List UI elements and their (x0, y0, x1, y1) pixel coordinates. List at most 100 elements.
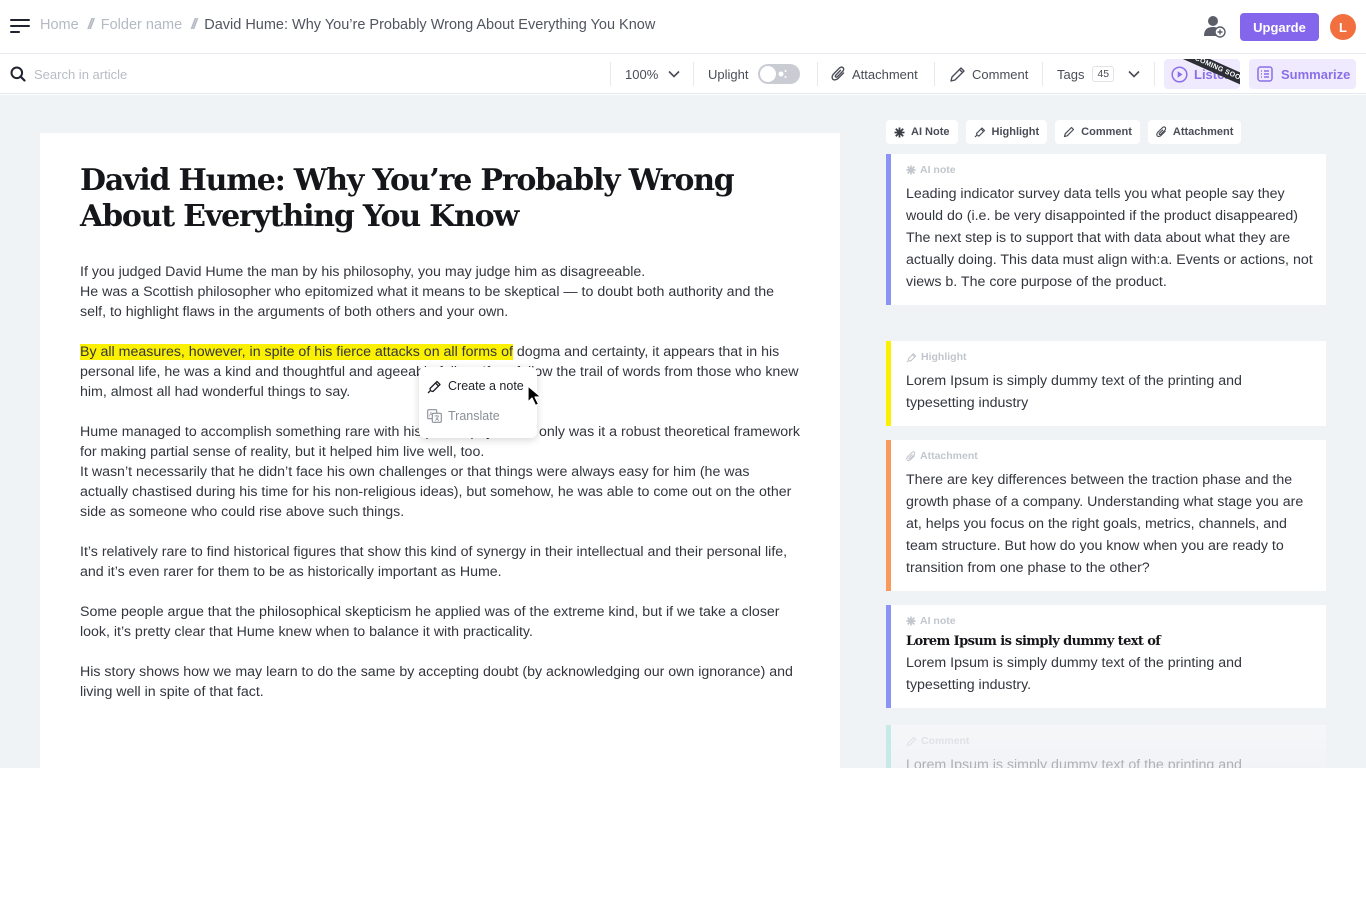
play-icon (1171, 65, 1188, 83)
paragraph: Some people argue that the philosophical… (80, 604, 780, 640)
article-toolbar: 100% Uplight Attachment Comment Tags 45 … (0, 54, 1366, 94)
menu-icon[interactable] (10, 18, 30, 34)
note-type-label: AI note (920, 164, 956, 176)
tags-count-badge: 45 (1092, 66, 1115, 82)
sentence: It wasn’t necessarily that he didn’t fac… (80, 464, 792, 520)
note-type: Attachment (906, 450, 1314, 462)
breadcrumb: Home // Folder name // David Hume: Why Y… (40, 17, 655, 33)
uplight-toggle[interactable] (758, 64, 801, 84)
tags-label: Tags (1057, 66, 1085, 82)
top-bar: Home // Folder name // David Hume: Why Y… (0, 0, 1366, 54)
sentence: He was a Scottish philosopher who epitom… (80, 284, 775, 320)
sparkle-icon (778, 70, 787, 78)
note-type: Comment (906, 735, 1314, 747)
add-user-icon[interactable] (1203, 14, 1227, 38)
notes-filter-bar: AI Note Highlight Comment Attachment (886, 120, 1242, 144)
paragraph: It’s relatively rare to find historical … (80, 544, 788, 580)
mouse-cursor-icon (527, 385, 542, 407)
listen-button[interactable]: Listen COMING SOON (1164, 59, 1240, 89)
main-area: David Hume: Why You’re Probably Wrong Ab… (0, 95, 1366, 768)
filter-highlight[interactable]: Highlight (965, 120, 1048, 144)
note-text: Lorem Ipsum is simply dummy text of the … (906, 655, 1242, 693)
note-type: AI note (906, 164, 1314, 176)
summarize-button[interactable]: Summarize (1249, 59, 1356, 89)
divider (1154, 62, 1155, 86)
note-type-label: AI note (920, 615, 956, 627)
filter-label: AI Note (911, 126, 950, 138)
comment-label: Comment (972, 66, 1029, 82)
sparkle-icon (894, 127, 905, 137)
search-input[interactable] (34, 64, 434, 84)
divider (817, 62, 818, 86)
note-text: There are key differences between the tr… (906, 472, 1304, 576)
menu-item-label: Translate (448, 409, 500, 423)
note-text: Lorem Ipsum is simply dummy text of the … (906, 373, 1242, 411)
uplight-control: Uplight (708, 54, 801, 94)
divider (610, 62, 611, 86)
paperclip-icon (1156, 126, 1167, 138)
note-type-label: Comment (921, 735, 970, 747)
paragraph: His story shows how we may learn to do t… (80, 664, 793, 700)
note-heading: Lorem Ipsum is simply dummy text of (906, 634, 1161, 649)
selection-context-menu: Create a note A Translate (419, 367, 537, 438)
divider (1042, 62, 1043, 86)
note-text: Lorem Ipsum is simply dummy text of the … (906, 757, 1242, 768)
note-card[interactable]: Highlight Lorem Ipsum is simply dummy te… (886, 341, 1326, 426)
zoom-select[interactable]: 100% (625, 54, 686, 94)
sparkle-icon (906, 165, 916, 175)
filter-comment[interactable]: Comment (1055, 120, 1140, 144)
pencil-icon (906, 736, 917, 746)
tags-select[interactable]: Tags 45 (1057, 54, 1146, 94)
filter-attachment[interactable]: Attachment (1147, 120, 1242, 144)
summarize-label: Summarize (1281, 66, 1351, 82)
pencil-icon (1064, 126, 1075, 138)
paragraph: If you judged David Hume the man by his … (80, 262, 800, 322)
pencil-icon (950, 66, 965, 82)
comment-button[interactable]: Comment (949, 54, 1028, 94)
translate-menu-item[interactable]: A Translate (427, 405, 500, 427)
menu-item-label: Create a note (448, 379, 524, 393)
attachment-button[interactable]: Attachment (831, 54, 918, 94)
note-card[interactable]: AI note Leading indicator survey data te… (886, 154, 1326, 305)
article-page: David Hume: Why You’re Probably Wrong Ab… (40, 133, 840, 768)
list-icon (1257, 66, 1273, 82)
note-text: Leading indicator survey data tells you … (906, 186, 1313, 290)
paperclip-icon (831, 66, 845, 81)
note-card[interactable]: Comment Lorem Ipsum is simply dummy text… (886, 725, 1326, 768)
divider (934, 62, 935, 86)
translate-icon: A (427, 409, 442, 423)
sentence: If you judged David Hume the man by his … (80, 264, 646, 280)
highlighter-icon (906, 352, 917, 362)
sparkle-icon (906, 616, 916, 626)
text-highlight[interactable]: By all measures, however, in spite of hi… (80, 344, 513, 360)
avatar[interactable]: L (1330, 14, 1356, 40)
filter-label: Highlight (991, 126, 1040, 138)
breadcrumb-home[interactable]: Home (40, 17, 79, 33)
breadcrumb-separator: // (191, 17, 197, 33)
note-type-label: Attachment (920, 450, 978, 462)
search-icon (10, 66, 26, 82)
highlighter-icon (427, 380, 441, 393)
note-card[interactable]: AI note Lorem Ipsum is simply dummy text… (886, 605, 1326, 708)
breadcrumb-current: David Hume: Why You’re Probably Wrong Ab… (204, 17, 656, 33)
article-body: If you judged David Hume the man by his … (80, 262, 800, 722)
chevron-down-icon (668, 70, 680, 78)
zoom-value: 100% (625, 66, 659, 82)
chevron-down-icon (1128, 70, 1140, 78)
breadcrumb-separator: // (87, 17, 94, 33)
svg-text:A: A (429, 413, 433, 419)
divider (693, 62, 694, 86)
attachment-label: Attachment (852, 66, 918, 82)
highlighter-icon (974, 127, 985, 138)
create-note-menu-item[interactable]: Create a note (427, 375, 524, 397)
uplight-label: Uplight (708, 66, 749, 82)
article-title: David Hume: Why You’re Probably Wrong Ab… (80, 163, 735, 234)
note-type: Highlight (906, 351, 1314, 363)
filter-ai-note[interactable]: AI Note (886, 120, 958, 144)
filter-label: Comment (1081, 126, 1132, 138)
note-type: AI note (906, 615, 1314, 627)
breadcrumb-folder[interactable]: Folder name (101, 17, 182, 33)
paperclip-icon (906, 450, 916, 461)
upgrade-button[interactable]: Upgarde (1240, 13, 1319, 41)
note-card[interactable]: Attachment There are key differences bet… (886, 440, 1326, 591)
